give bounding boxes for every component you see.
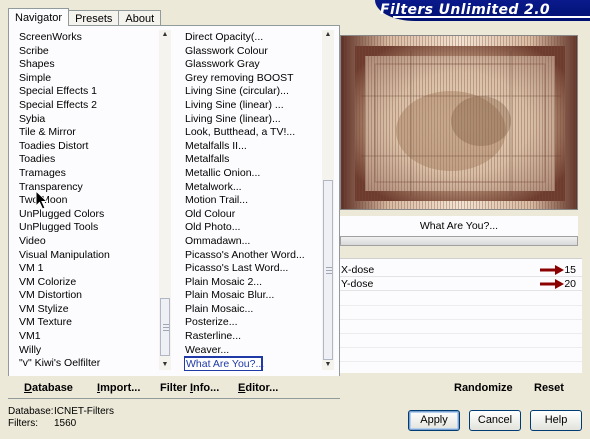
cancel-button[interactable]: Cancel bbox=[469, 410, 521, 431]
import-button[interactable]: Import... bbox=[97, 382, 140, 394]
param-row-y-dose: Y-dose 20 bbox=[340, 277, 582, 291]
filter-item[interactable]: Posterize... bbox=[184, 316, 334, 330]
param-value[interactable]: 20 bbox=[564, 278, 576, 290]
filter-item[interactable]: Metalwork... bbox=[184, 181, 334, 195]
filter-item[interactable]: Glasswork Colour bbox=[184, 45, 334, 59]
progress-bar bbox=[340, 236, 578, 246]
filter-item-selected[interactable]: What Are You?... bbox=[184, 356, 264, 371]
database-button[interactable]: Database bbox=[24, 382, 73, 394]
category-item[interactable]: Willy bbox=[18, 344, 168, 358]
param-label: Y-dose bbox=[341, 278, 374, 290]
param-value[interactable]: 15 bbox=[564, 264, 576, 276]
category-item[interactable]: Special Effects 1 bbox=[18, 85, 168, 99]
filter-item[interactable]: Motion Trail... bbox=[184, 194, 334, 208]
filter-item[interactable]: Ommadawn... bbox=[184, 235, 334, 249]
filters-label: Filters: bbox=[8, 417, 38, 429]
category-item[interactable]: Simple bbox=[18, 72, 168, 86]
filter-scrollbar[interactable]: ▲ ▼ bbox=[322, 30, 334, 370]
filter-item[interactable]: Direct Opacity(... bbox=[184, 31, 334, 45]
category-item[interactable]: Video bbox=[18, 235, 168, 249]
scroll-down-arrow-icon[interactable]: ▼ bbox=[159, 360, 171, 370]
mouse-cursor-icon bbox=[35, 190, 49, 210]
category-item[interactable]: VM 1 bbox=[18, 262, 168, 276]
filter-item[interactable]: Glasswork Gray bbox=[184, 58, 334, 72]
filter-item[interactable]: Living Sine (circular)... bbox=[184, 85, 334, 99]
category-item[interactable]: ScreenWorks bbox=[18, 31, 168, 45]
navigator-panel: ScreenWorks Scribe Shapes Simple Special Eff… bbox=[8, 25, 340, 399]
tab-about[interactable]: About bbox=[118, 10, 162, 26]
category-item[interactable]: Shapes bbox=[18, 58, 168, 72]
app-title: Filters Unlimited 2.0 bbox=[380, 2, 551, 18]
category-item[interactable]: Sybia bbox=[18, 113, 168, 127]
filter-item[interactable]: Picasso's Another Word... bbox=[184, 249, 334, 263]
filter-item[interactable]: Weaver... bbox=[184, 344, 334, 358]
tab-presets[interactable]: Presets bbox=[68, 10, 120, 26]
filter-item[interactable]: Look, Butthead, a TV!... bbox=[184, 126, 334, 140]
category-item[interactable]: VM Stylize bbox=[18, 303, 168, 317]
apply-button[interactable]: Apply bbox=[408, 410, 460, 431]
category-item[interactable]: VM Texture bbox=[18, 316, 168, 330]
database-value: ICNET-Filters bbox=[54, 406, 114, 417]
category-item[interactable]: Tramages bbox=[18, 167, 168, 181]
preview-button-bar: Randomize Reset bbox=[340, 376, 590, 398]
category-item[interactable]: "v" Kiwi's Oelfilter bbox=[18, 357, 168, 371]
help-button[interactable]: Help bbox=[530, 410, 582, 431]
category-item[interactable]: Special Effects 2 bbox=[18, 99, 168, 113]
param-row-x-dose: X-dose 15 bbox=[340, 263, 582, 277]
filter-item[interactable]: Plain Mosaic... bbox=[184, 303, 334, 317]
category-item[interactable]: Visual Manipulation bbox=[18, 249, 168, 263]
category-item[interactable]: Scribe bbox=[18, 45, 168, 59]
filter-info-button[interactable]: Filter Info... bbox=[160, 382, 219, 394]
scroll-thumb[interactable] bbox=[160, 298, 170, 356]
filter-list[interactable]: Direct Opacity(... Glasswork Colour Glassw… bbox=[184, 31, 334, 371]
scroll-up-arrow-icon[interactable]: ▲ bbox=[322, 30, 334, 40]
filter-item[interactable]: Plain Mosaic Blur... bbox=[184, 289, 334, 303]
filter-item[interactable]: Rasterline... bbox=[184, 330, 334, 344]
randomize-button[interactable]: Randomize bbox=[454, 382, 513, 394]
category-item[interactable]: VM Distortion bbox=[18, 289, 168, 303]
category-item[interactable]: VM Colorize bbox=[18, 276, 168, 290]
filter-item[interactable]: Picasso's Last Word... bbox=[184, 262, 334, 276]
parameter-panel: X-dose 15 Y-dose 20 bbox=[340, 258, 582, 373]
navigator-button-bar: Database Import... Filter Info... Editor… bbox=[8, 376, 340, 398]
category-item[interactable]: Tile & Mirror bbox=[18, 126, 168, 140]
filter-item[interactable]: Metalfalls bbox=[184, 153, 334, 167]
category-item[interactable]: Toadies bbox=[18, 153, 168, 167]
filter-item[interactable]: Old Photo... bbox=[184, 221, 334, 235]
scroll-up-arrow-icon[interactable]: ▲ bbox=[159, 30, 171, 40]
filters-count: 1560 bbox=[54, 417, 77, 429]
category-item[interactable]: VM1 bbox=[18, 330, 168, 344]
reset-button[interactable]: Reset bbox=[534, 382, 564, 394]
filter-preview-image bbox=[340, 35, 578, 210]
category-item[interactable]: UnPlugged Tools bbox=[18, 221, 168, 235]
status-info: Database:ICNET-Filters Filters: 1560 bbox=[8, 406, 114, 429]
tab-strip: Navigator Presets About bbox=[8, 8, 162, 26]
scroll-down-arrow-icon[interactable]: ▼ bbox=[322, 360, 334, 370]
editor-button[interactable]: Editor... bbox=[238, 382, 278, 394]
filter-name-label: What Are You?... bbox=[340, 216, 578, 236]
category-scrollbar[interactable]: ▲ ▼ bbox=[159, 30, 171, 370]
arrow-right-icon bbox=[540, 279, 564, 289]
category-item[interactable]: Toadies Distort bbox=[18, 140, 168, 154]
tab-navigator[interactable]: Navigator bbox=[8, 8, 70, 26]
filter-item[interactable]: Plain Mosaic 2... bbox=[184, 276, 334, 290]
filter-item[interactable]: Living Sine (linear)... bbox=[184, 113, 334, 127]
param-label: X-dose bbox=[341, 264, 375, 276]
filter-item[interactable]: Metalfalls II... bbox=[184, 140, 334, 154]
filter-item[interactable]: Grey removing BOOST bbox=[184, 72, 334, 86]
filter-item[interactable]: Old Colour bbox=[184, 208, 334, 222]
database-label: Database: bbox=[8, 406, 54, 417]
scroll-thumb[interactable] bbox=[323, 180, 333, 360]
filter-item[interactable]: Metallic Onion... bbox=[184, 167, 334, 181]
filter-item[interactable]: Living Sine (linear) ... bbox=[184, 99, 334, 113]
arrow-right-icon bbox=[540, 265, 564, 275]
